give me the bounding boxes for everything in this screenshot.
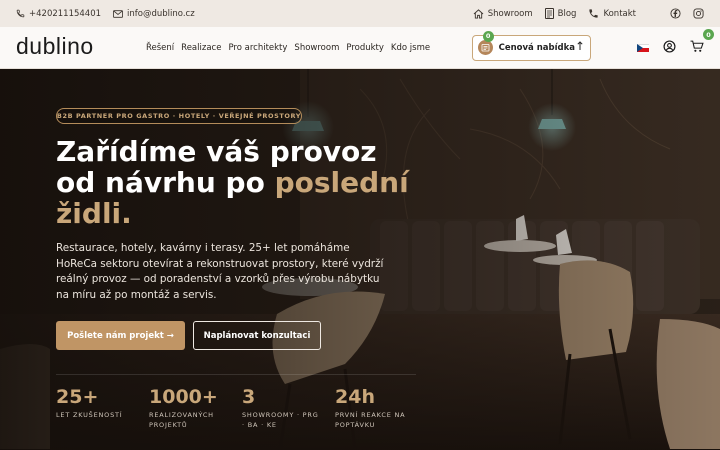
stat-years: 25+ LET ZKUŠENOSTÍ: [56, 386, 146, 421]
phone-number: +420211154401: [29, 8, 102, 19]
cart-icon: [690, 38, 704, 57]
cart-button[interactable]: 0: [690, 29, 714, 57]
stat-value: 3: [242, 386, 256, 408]
blog-label: Blog: [557, 8, 577, 19]
logo[interactable]: dublino: [16, 35, 134, 58]
quote-count-badge: 0: [482, 30, 494, 42]
stat-label: REALIZOVANÝCH PROJEKTŮ: [149, 411, 214, 429]
hero-section: B2B PARTNER PRO GASTRO · HOTELY · VEŘEJN…: [0, 69, 720, 450]
topbar-email-link[interactable]: info@dublino.cz: [113, 9, 195, 19]
stat-label: SHOWROOMY · PRG · BA · KE: [242, 411, 319, 429]
contact-label: Kontakt: [603, 8, 636, 19]
topbar-contact-link[interactable]: Kontakt: [588, 8, 636, 19]
facebook-link[interactable]: [670, 8, 681, 19]
menu-item-produkty[interactable]: Produkty: [346, 43, 384, 53]
menu-item-showroom[interactable]: Showroom: [294, 43, 339, 53]
showroom-label: Showroom: [487, 8, 533, 19]
account-button[interactable]: [663, 38, 676, 57]
phone-icon: [588, 8, 599, 19]
main-navigation: dublino Řešení Realizace Pro architekty …: [0, 27, 720, 69]
stats-divider: [56, 374, 416, 375]
instagram-link[interactable]: [693, 8, 704, 19]
language-switcher[interactable]: [637, 43, 649, 52]
stat-value: 24h: [335, 386, 375, 408]
send-project-button[interactable]: Pošlete nám projekt →: [56, 321, 185, 350]
topbar-phone-link[interactable]: +420211154401: [16, 9, 101, 19]
stat-value: 25+: [56, 386, 99, 408]
mail-icon: [113, 9, 124, 18]
cart-count-badge: 0: [703, 29, 714, 40]
quote-request-button[interactable]: 0 Cenová nabídka: [471, 30, 591, 61]
hero-title: Zařídíme váš provoz od návrhu po posledn…: [56, 136, 436, 229]
topbar-blog-link[interactable]: Blog: [544, 8, 577, 19]
plan-consultation-button[interactable]: Naplánovat konzultaci: [193, 321, 321, 350]
hero-title-accent-line3: židli.: [56, 197, 132, 230]
stat-value: 1000+: [149, 386, 218, 408]
home-icon: [473, 8, 484, 19]
menu-item-kdo-jsme[interactable]: Kdo jsme: [391, 43, 430, 53]
stat-showrooms: 3 SHOWROOMY · PRG · BA · KE: [242, 386, 332, 430]
stat-response: 24h PRVNÍ REAKCE NA POPTÁVKU: [335, 386, 425, 430]
email-address: info@dublino.cz: [127, 8, 195, 19]
stat-label: PRVNÍ REAKCE NA POPTÁVKU: [335, 411, 406, 429]
stat-label: LET ZKUŠENOSTÍ: [56, 411, 123, 419]
hero-lead-text: Restaurace, hotely, kavárny i terasy. 25…: [56, 242, 384, 302]
phone-icon: [16, 9, 25, 18]
stat-projects: 1000+ REALIZOVANÝCH PROJEKTŮ: [149, 386, 239, 430]
hero-title-accent: poslední: [274, 166, 409, 199]
user-icon: [663, 38, 676, 57]
hero-title-line2: od návrhu po: [56, 166, 275, 199]
quote-label: Cenová nabídka: [498, 42, 575, 53]
menu-item-pro-architekty[interactable]: Pro architekty: [228, 43, 287, 53]
facebook-icon: [670, 8, 681, 19]
main-menu: Řešení Realizace Pro architekty Showroom…: [146, 43, 437, 53]
arrow-up-icon: [577, 41, 583, 54]
flag-cz-icon: [637, 43, 649, 52]
quote-icon: [477, 40, 493, 55]
hero-title-line1: Zařídíme váš provoz: [56, 135, 377, 168]
top-utility-bar: +420211154401 info@dublino.cz Showroom B…: [0, 0, 720, 27]
menu-item-realizace[interactable]: Realizace: [181, 43, 221, 53]
instagram-icon: [693, 8, 704, 19]
menu-item-reseni[interactable]: Řešení: [146, 43, 174, 53]
hero-eyebrow-badge: B2B PARTNER PRO GASTRO · HOTELY · VEŘEJN…: [56, 108, 302, 124]
blog-icon: [544, 8, 554, 19]
topbar-showroom-link[interactable]: Showroom: [473, 9, 533, 19]
